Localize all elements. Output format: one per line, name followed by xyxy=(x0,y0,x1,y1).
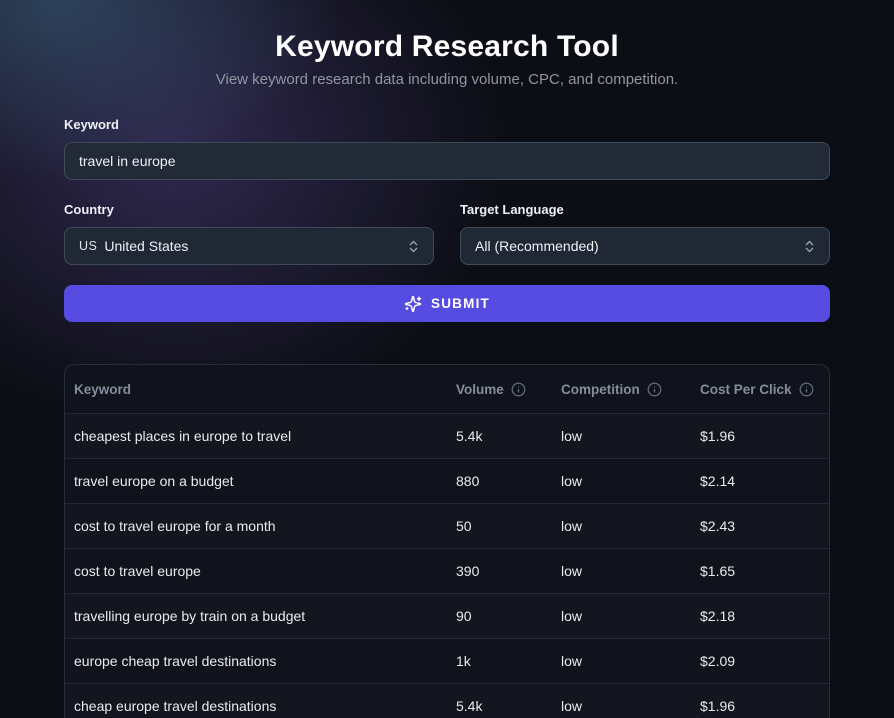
cpc-cell: $2.09 xyxy=(691,653,830,669)
submit-button-label: SUBMIT xyxy=(431,296,490,311)
column-header-volume: Volume xyxy=(447,382,552,397)
table-row[interactable]: europe cheap travel destinations 1k low … xyxy=(65,638,829,683)
cpc-cell: $2.43 xyxy=(691,518,830,534)
results-table: Keyword Volume Competition Cost Per Clic… xyxy=(64,364,830,718)
language-selected-value: All (Recommended) xyxy=(475,238,802,254)
volume-cell: 1k xyxy=(447,653,552,669)
country-select[interactable]: US United States xyxy=(64,227,434,265)
table-row[interactable]: cheapest places in europe to travel 5.4k… xyxy=(65,413,829,458)
table-row[interactable]: cheap europe travel destinations 5.4k lo… xyxy=(65,683,829,718)
column-header-competition: Competition xyxy=(552,382,691,397)
keyword-cell: travelling europe by train on a budget xyxy=(65,608,447,624)
competition-cell: low xyxy=(552,653,691,669)
cpc-cell: $2.18 xyxy=(691,608,830,624)
keyword-cell: cost to travel europe for a month xyxy=(65,518,447,534)
column-header-label: Competition xyxy=(561,382,640,397)
volume-cell: 5.4k xyxy=(447,428,552,444)
table-row[interactable]: travel europe on a budget 880 low $2.14 xyxy=(65,458,829,503)
cpc-cell: $1.96 xyxy=(691,428,830,444)
keyword-cell: cost to travel europe xyxy=(65,563,447,579)
volume-cell: 90 xyxy=(447,608,552,624)
competition-cell: low xyxy=(552,473,691,489)
keyword-cell: europe cheap travel destinations xyxy=(65,653,447,669)
table-body: cheapest places in europe to travel 5.4k… xyxy=(65,413,829,718)
column-header-label: Keyword xyxy=(74,382,131,397)
cpc-cell: $2.14 xyxy=(691,473,830,489)
keyword-cell: travel europe on a budget xyxy=(65,473,447,489)
competition-cell: low xyxy=(552,518,691,534)
competition-cell: low xyxy=(552,428,691,444)
volume-cell: 5.4k xyxy=(447,698,552,714)
submit-button[interactable]: SUBMIT xyxy=(64,285,830,322)
language-select[interactable]: All (Recommended) xyxy=(460,227,830,265)
chevrons-up-down-icon xyxy=(406,239,421,254)
page-title: Keyword Research Tool xyxy=(64,0,830,64)
competition-cell: low xyxy=(552,563,691,579)
page-subtitle: View keyword research data including vol… xyxy=(64,71,830,88)
keyword-input[interactable] xyxy=(64,142,830,180)
competition-cell: low xyxy=(552,608,691,624)
table-row[interactable]: travelling europe by train on a budget 9… xyxy=(65,593,829,638)
volume-cell: 390 xyxy=(447,563,552,579)
keyword-cell: cheap europe travel destinations xyxy=(65,698,447,714)
keyword-label: Keyword xyxy=(64,117,830,132)
info-icon[interactable] xyxy=(511,382,526,397)
cpc-cell: $1.65 xyxy=(691,563,830,579)
column-header-cpc: Cost Per Click xyxy=(691,382,830,397)
main-container: Keyword Research Tool View keyword resea… xyxy=(64,0,830,718)
country-flag: US xyxy=(79,239,97,253)
country-selected-value: United States xyxy=(104,238,406,254)
column-header-label: Volume xyxy=(456,382,504,397)
table-row[interactable]: cost to travel europe 390 low $1.65 xyxy=(65,548,829,593)
volume-cell: 880 xyxy=(447,473,552,489)
competition-cell: low xyxy=(552,698,691,714)
cpc-cell: $1.96 xyxy=(691,698,830,714)
table-row[interactable]: cost to travel europe for a month 50 low… xyxy=(65,503,829,548)
sparkles-icon xyxy=(404,295,422,313)
volume-cell: 50 xyxy=(447,518,552,534)
keyword-cell: cheapest places in europe to travel xyxy=(65,428,447,444)
chevrons-up-down-icon xyxy=(802,239,817,254)
info-icon[interactable] xyxy=(647,382,662,397)
country-label: Country xyxy=(64,202,434,217)
language-label: Target Language xyxy=(460,202,830,217)
column-header-label: Cost Per Click xyxy=(700,382,792,397)
keyword-research-form: Keyword Country US United States Target … xyxy=(64,117,830,322)
table-header-row: Keyword Volume Competition Cost Per Clic… xyxy=(65,365,829,413)
info-icon[interactable] xyxy=(799,382,814,397)
column-header-keyword: Keyword xyxy=(65,382,447,397)
